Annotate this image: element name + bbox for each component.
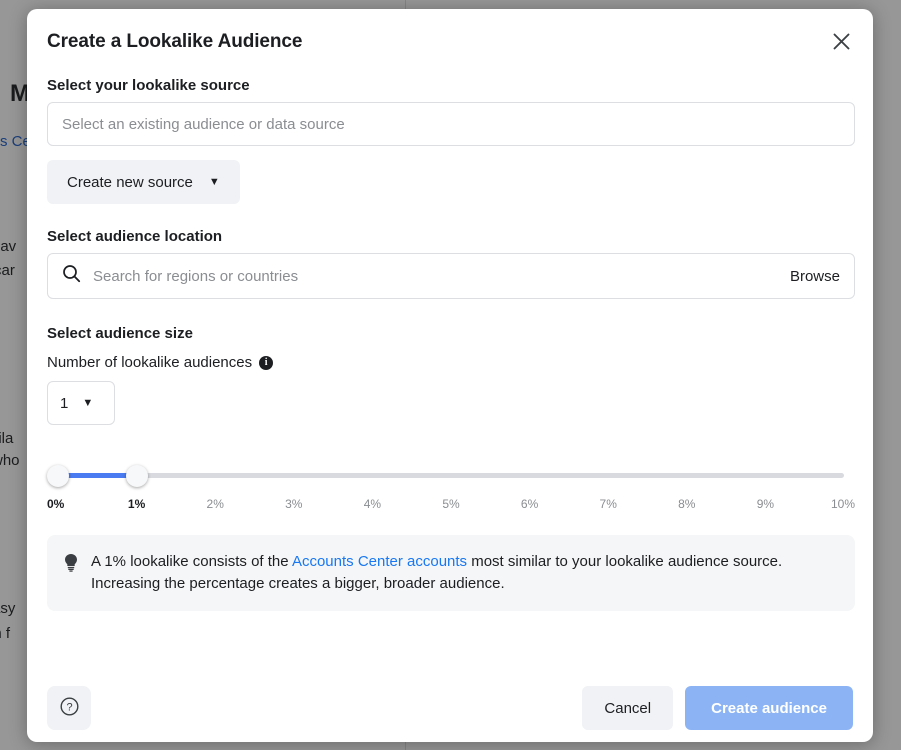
tip-box: A 1% lookalike consists of the Accounts … bbox=[47, 535, 855, 611]
slider-tick-1: 1% bbox=[128, 497, 145, 511]
slider-tick-5: 5% bbox=[442, 497, 459, 511]
cancel-button[interactable]: Cancel bbox=[582, 686, 673, 730]
slider-tick-7: 7% bbox=[600, 497, 617, 511]
size-section-label: Select audience size bbox=[47, 325, 853, 342]
create-audience-button[interactable]: Create audience bbox=[685, 686, 853, 730]
slider-tick-10: 10% bbox=[831, 497, 855, 511]
accounts-center-link[interactable]: Accounts Center accounts bbox=[292, 553, 467, 570]
lightbulb-icon bbox=[63, 553, 79, 577]
tip-text-before: A 1% lookalike consists of the bbox=[91, 553, 292, 570]
slider-handle-lower[interactable] bbox=[47, 465, 69, 487]
svg-text:?: ? bbox=[66, 702, 72, 714]
chevron-down-icon: ▼ bbox=[82, 398, 93, 409]
audience-size-slider[interactable] bbox=[47, 465, 855, 487]
dialog-footer: ? Cancel Create audience bbox=[27, 674, 873, 742]
create-lookalike-audience-dialog: Create a Lookalike Audience Select your … bbox=[27, 9, 873, 742]
tip-text: A 1% lookalike consists of the Accounts … bbox=[91, 551, 837, 595]
audience-count-label: Number of lookalike audiences bbox=[47, 354, 252, 371]
search-icon bbox=[62, 264, 81, 288]
audience-count-value: 1 bbox=[60, 395, 68, 412]
dialog-header: Create a Lookalike Audience bbox=[27, 9, 873, 59]
info-icon[interactable]: i bbox=[259, 356, 273, 370]
location-section-label: Select audience location bbox=[47, 228, 853, 245]
slider-handle-upper[interactable] bbox=[126, 465, 148, 487]
slider-track[interactable] bbox=[58, 473, 844, 478]
slider-tick-4: 4% bbox=[364, 497, 381, 511]
slider-tick-labels: 0% 1% 2% 3% 4% 5% 6% 7% 8% 9% 10% bbox=[47, 497, 855, 517]
close-button[interactable] bbox=[823, 25, 859, 61]
audience-count-label-row: Number of lookalike audiences i bbox=[47, 354, 853, 371]
dialog-title: Create a Lookalike Audience bbox=[47, 31, 849, 53]
dialog-body: Select your lookalike source Create new … bbox=[27, 59, 873, 674]
browse-button[interactable]: Browse bbox=[780, 268, 840, 285]
help-button[interactable]: ? bbox=[47, 686, 91, 730]
slider-fill bbox=[58, 473, 137, 478]
create-new-source-button[interactable]: Create new source ▼ bbox=[47, 160, 240, 204]
slider-tick-9: 9% bbox=[757, 497, 774, 511]
create-new-source-label: Create new source bbox=[67, 174, 193, 191]
audience-location-search-row[interactable]: Browse bbox=[47, 253, 855, 299]
close-icon bbox=[833, 33, 850, 53]
slider-tick-0: 0% bbox=[47, 497, 64, 511]
audience-count-select[interactable]: 1 ▼ bbox=[47, 381, 115, 425]
source-section-label: Select your lookalike source bbox=[47, 77, 853, 94]
chevron-down-icon: ▼ bbox=[209, 177, 220, 188]
slider-tick-3: 3% bbox=[285, 497, 302, 511]
slider-tick-8: 8% bbox=[678, 497, 695, 511]
slider-tick-6: 6% bbox=[521, 497, 538, 511]
lookalike-source-input[interactable] bbox=[47, 102, 855, 146]
audience-location-search-input[interactable] bbox=[81, 267, 780, 286]
help-icon: ? bbox=[59, 696, 80, 720]
slider-tick-2: 2% bbox=[207, 497, 224, 511]
